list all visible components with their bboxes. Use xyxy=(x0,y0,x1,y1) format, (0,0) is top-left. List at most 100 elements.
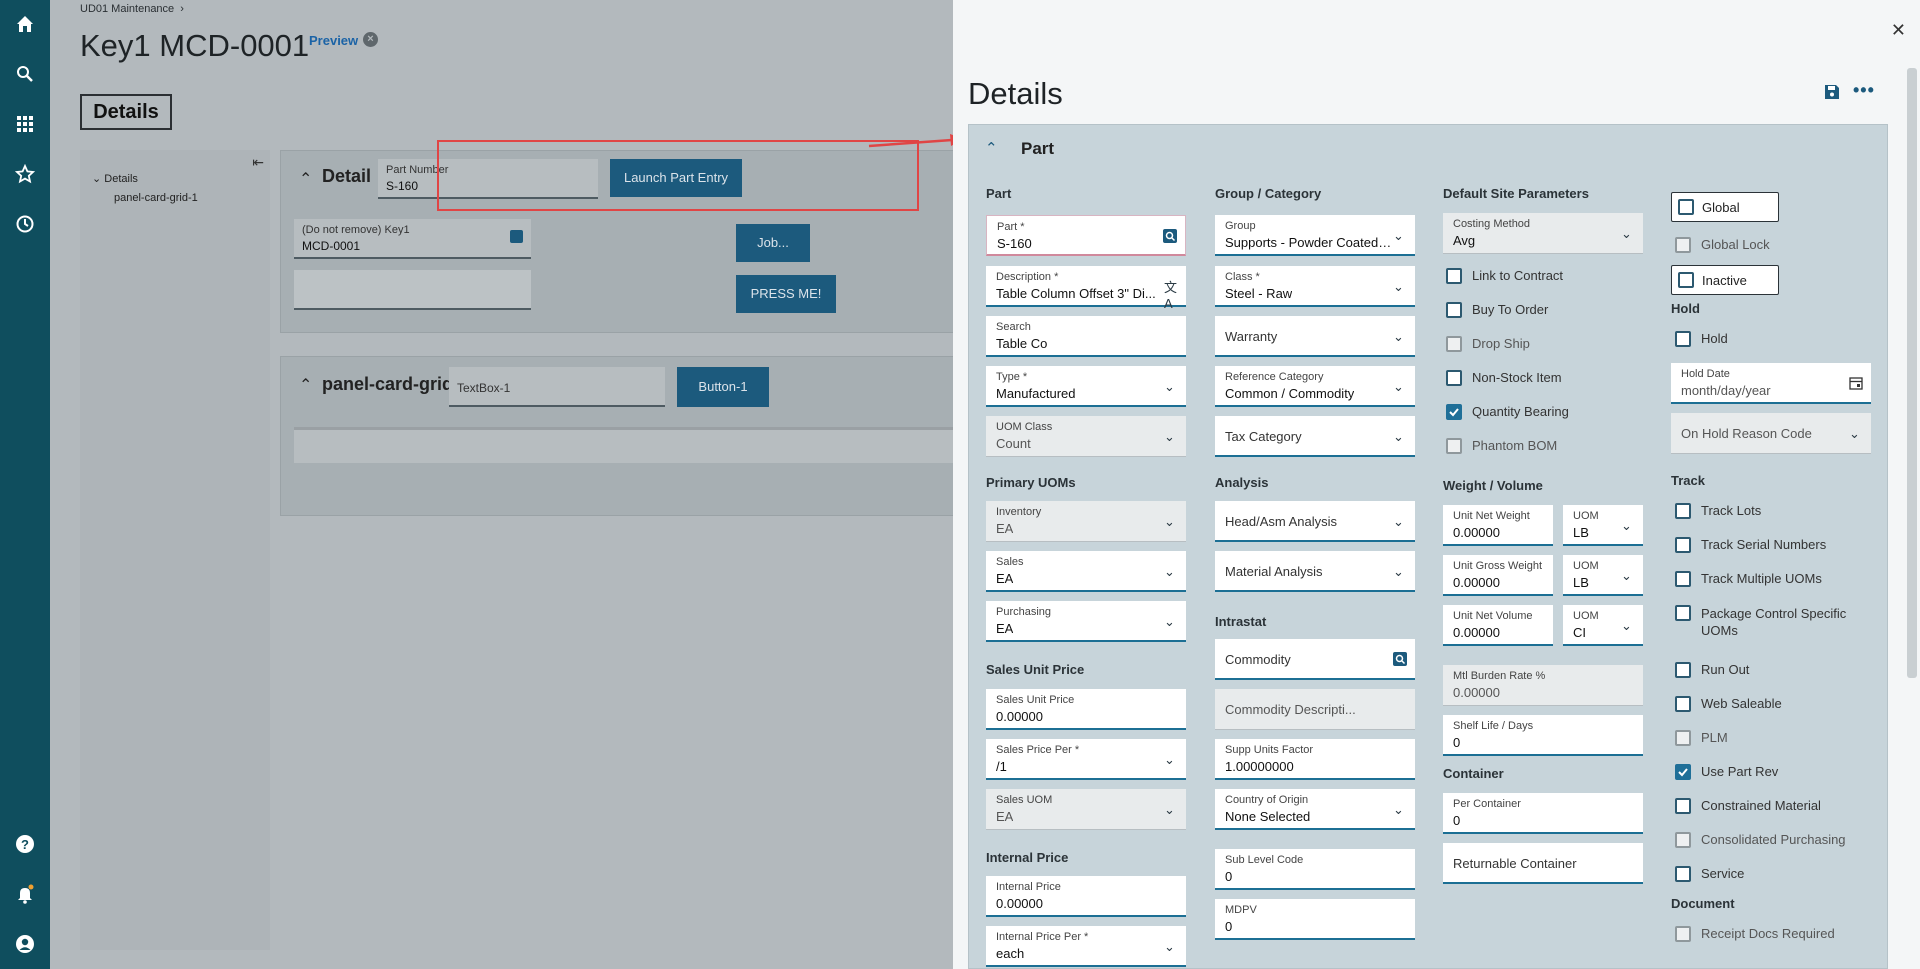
head-asm-analysis-dropdown[interactable]: Head/Asm Analysis ⌄ xyxy=(1215,501,1415,542)
job-button[interactable]: Job... xyxy=(736,224,810,262)
costing-method-dropdown[interactable]: Costing Method Avg ⌄ xyxy=(1443,213,1643,254)
search-icon[interactable] xyxy=(1163,229,1177,243)
search-icon[interactable] xyxy=(510,230,523,243)
quantity-bearing-checkbox[interactable]: Quantity Bearing xyxy=(1446,404,1569,420)
close-preview-icon[interactable]: × xyxy=(363,32,378,47)
link-to-contract-checkbox[interactable]: Link to Contract xyxy=(1446,268,1563,284)
notifications-icon[interactable] xyxy=(13,882,37,906)
field-label: Reference Category xyxy=(1225,371,1324,383)
country-of-origin-dropdown[interactable]: Country of Origin None Selected ⌄ xyxy=(1215,789,1415,830)
user-icon[interactable] xyxy=(13,932,37,956)
close-icon[interactable]: ✕ xyxy=(1891,20,1906,41)
history-icon[interactable] xyxy=(13,212,37,236)
sales-unit-price-field[interactable]: Sales Unit Price 0.00000 xyxy=(986,689,1186,730)
track-multiple-uoms-checkbox[interactable]: Track Multiple UOMs xyxy=(1675,571,1822,587)
constrained-material-checkbox[interactable]: Constrained Material xyxy=(1675,798,1821,814)
description-field[interactable]: Description * Table Column Offset 3" Di.… xyxy=(986,266,1186,311)
grid-table[interactable] xyxy=(294,427,974,463)
uom-gross-dropdown[interactable]: UOM LB ⌄ xyxy=(1563,555,1643,596)
unit-gross-weight-field[interactable]: Unit Gross Weight 0.00000 xyxy=(1443,555,1553,596)
field-value: 0 xyxy=(1225,919,1233,934)
track-lots-checkbox[interactable]: Track Lots xyxy=(1675,503,1761,519)
field-value: 1.00000000 xyxy=(1225,759,1294,774)
translate-icon[interactable]: 文A xyxy=(1164,277,1178,311)
global-toggle[interactable]: Global xyxy=(1671,192,1779,222)
track-serial-numbers-checkbox[interactable]: Track Serial Numbers xyxy=(1675,537,1826,553)
internal-price-per-dropdown[interactable]: Internal Price Per * each ⌄ xyxy=(986,926,1186,967)
tree-item-details[interactable]: ⌄ Details xyxy=(92,172,138,185)
textbox-1[interactable]: TextBox-1 xyxy=(449,367,665,407)
calendar-icon[interactable] xyxy=(1849,376,1863,390)
collapse-chevron-icon[interactable]: ⌃ xyxy=(299,169,312,189)
field-value: 0.00000 xyxy=(1453,525,1500,540)
supp-units-factor-field[interactable]: Supp Units Factor 1.00000000 xyxy=(1215,739,1415,780)
search-icon[interactable] xyxy=(1393,652,1407,666)
shelf-life-field[interactable]: Shelf Life / Days 0 xyxy=(1443,715,1643,756)
warranty-dropdown[interactable]: Warranty ⌄ xyxy=(1215,316,1415,357)
internal-price-field[interactable]: Internal Price 0.00000 xyxy=(986,876,1186,917)
key1-field[interactable]: (Do not remove) Key1 MCD-0001 xyxy=(294,219,531,259)
package-control-checkbox[interactable]: Package Control Specific UOMs xyxy=(1675,605,1875,639)
unit-net-weight-field[interactable]: Unit Net Weight 0.00000 xyxy=(1443,505,1553,546)
collapse-chevron-icon[interactable]: ⌃ xyxy=(299,375,312,395)
search-icon[interactable] xyxy=(13,62,37,86)
breadcrumb[interactable]: UD01 Maintenance › xyxy=(80,3,184,15)
unit-net-volume-field[interactable]: Unit Net Volume 0.00000 xyxy=(1443,605,1553,646)
inventory-uom-dropdown[interactable]: Inventory EA ⌄ xyxy=(986,501,1186,542)
returnable-container-field[interactable]: Returnable Container xyxy=(1443,843,1643,884)
button-1[interactable]: Button-1 xyxy=(677,367,769,407)
inactive-toggle[interactable]: Inactive xyxy=(1671,265,1779,295)
sub-level-code-field[interactable]: Sub Level Code 0 xyxy=(1215,849,1415,890)
service-checkbox[interactable]: Service xyxy=(1675,866,1744,882)
mdpv-field[interactable]: MDPV 0 xyxy=(1215,899,1415,940)
phantom-bom-checkbox[interactable]: Phantom BOM xyxy=(1446,438,1557,454)
run-out-checkbox[interactable]: Run Out xyxy=(1675,662,1749,678)
sales-uom-dropdown[interactable]: Sales EA ⌄ xyxy=(986,551,1186,592)
tax-category-dropdown[interactable]: Tax Category ⌄ xyxy=(1215,416,1415,457)
purchasing-uom-dropdown[interactable]: Purchasing EA ⌄ xyxy=(986,601,1186,642)
tree-item-panel-card-grid[interactable]: panel-card-grid-1 xyxy=(114,192,198,204)
plm-checkbox[interactable]: PLM xyxy=(1675,730,1728,746)
sales-uom-field[interactable]: Sales UOM EA ⌄ xyxy=(986,789,1186,830)
preview-label[interactable]: Preview xyxy=(309,33,358,48)
per-container-field[interactable]: Per Container 0 xyxy=(1443,793,1643,834)
details-tab[interactable]: Details xyxy=(80,94,172,130)
field-label: Inventory xyxy=(996,506,1042,518)
uom-weight-dropdown[interactable]: UOM LB ⌄ xyxy=(1563,505,1643,546)
hold-date-field[interactable]: Hold Date month/day/year xyxy=(1671,363,1871,404)
blurred-field[interactable] xyxy=(294,270,531,310)
reference-category-dropdown[interactable]: Reference Category Common / Commodity ⌄ xyxy=(1215,366,1415,407)
part-field[interactable]: Part * S-160 xyxy=(986,215,1186,256)
search-field[interactable]: Search Table Co xyxy=(986,316,1186,357)
consolidated-purchasing-checkbox[interactable]: Consolidated Purchasing xyxy=(1675,832,1846,848)
use-part-rev-checkbox[interactable]: Use Part Rev xyxy=(1675,764,1778,780)
sales-price-per-dropdown[interactable]: Sales Price Per * /1 ⌄ xyxy=(986,739,1186,780)
commodity-field[interactable]: Commodity xyxy=(1215,639,1415,680)
hold-checkbox[interactable]: Hold xyxy=(1675,331,1728,347)
apps-grid-icon[interactable] xyxy=(13,112,37,136)
help-icon[interactable]: ? xyxy=(13,832,37,856)
field-placeholder: Tax Category xyxy=(1225,429,1302,444)
receipt-docs-required-checkbox[interactable]: Receipt Docs Required xyxy=(1675,926,1835,942)
more-options-icon[interactable]: ••• xyxy=(1853,80,1875,101)
press-me-button[interactable]: PRESS ME! xyxy=(736,275,836,313)
material-analysis-dropdown[interactable]: Material Analysis ⌄ xyxy=(1215,551,1415,592)
collapse-panel-icon[interactable]: ⇤ xyxy=(252,154,264,171)
home-icon[interactable] xyxy=(13,12,37,36)
class-dropdown[interactable]: Class * Steel - Raw ⌄ xyxy=(1215,266,1415,307)
collapse-chevron-icon[interactable]: ⌃ xyxy=(985,139,998,157)
container-header: Container xyxy=(1443,766,1504,781)
global-lock-checkbox[interactable]: Global Lock xyxy=(1675,237,1770,253)
web-saleable-checkbox[interactable]: Web Saleable xyxy=(1675,696,1782,712)
buy-to-order-checkbox[interactable]: Buy To Order xyxy=(1446,302,1548,318)
save-icon[interactable] xyxy=(1824,84,1840,103)
on-hold-reason-dropdown[interactable]: On Hold Reason Code ⌄ xyxy=(1671,413,1871,454)
drop-ship-checkbox[interactable]: Drop Ship xyxy=(1446,336,1530,352)
uom-class-dropdown[interactable]: UOM Class Count ⌄ xyxy=(986,416,1186,457)
group-dropdown[interactable]: Group Supports - Powder Coated S... ⌄ xyxy=(1215,215,1415,256)
non-stock-item-checkbox[interactable]: Non-Stock Item xyxy=(1446,370,1562,386)
type-dropdown[interactable]: Type * Manufactured ⌄ xyxy=(986,366,1186,407)
uom-volume-dropdown[interactable]: UOM CI ⌄ xyxy=(1563,605,1643,646)
star-icon[interactable] xyxy=(13,162,37,186)
scrollbar[interactable] xyxy=(1907,68,1917,678)
